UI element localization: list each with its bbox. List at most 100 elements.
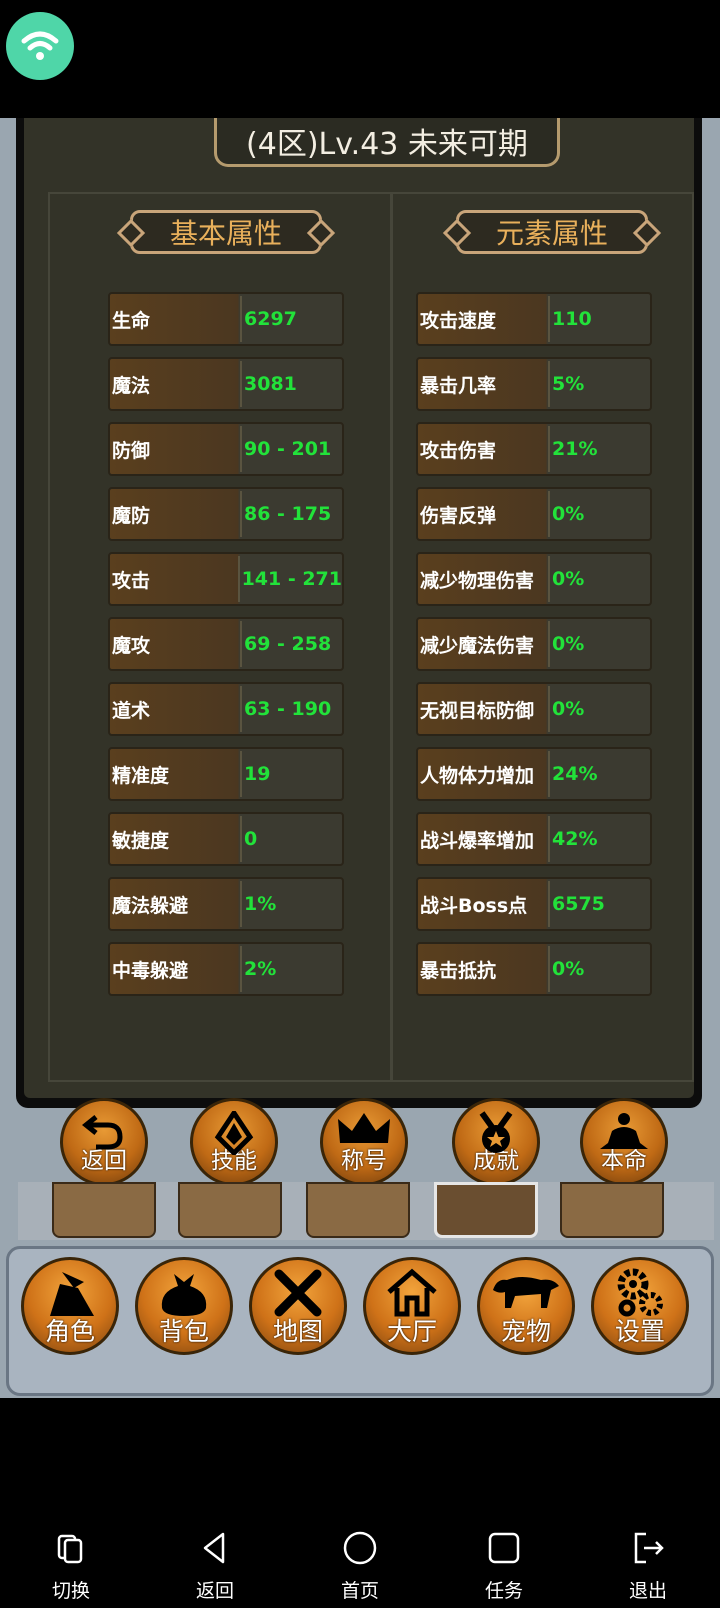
nav-hall-label: 大厅 <box>386 1317 437 1346</box>
stat-value: 42% <box>548 816 650 862</box>
stat-value: 141 - 271 <box>237 556 342 602</box>
character-title: (4区)Lv.43 未来可期 <box>246 127 528 162</box>
nav-settings-label: 设置 <box>614 1317 665 1346</box>
element-stat-row: 战斗爆率增加 42% <box>416 812 652 866</box>
basic-stat-row: 道术 63 - 190 <box>108 682 344 736</box>
basic-stat-row: 魔法躲避 1% <box>108 877 344 931</box>
nav-pet-label: 宠物 <box>500 1317 551 1346</box>
column-divider <box>390 194 393 1080</box>
stat-label: 攻击伤害 <box>420 439 497 462</box>
nav-character-label: 角色 <box>44 1317 95 1346</box>
quick-slot-2[interactable] <box>178 1182 282 1238</box>
element-stat-row: 攻击伤害 21% <box>416 422 652 476</box>
stat-value: 6575 <box>548 881 650 927</box>
element-stat-row: 人物体力增加 24% <box>416 747 652 801</box>
stat-label: 道术 <box>112 699 151 722</box>
nav-map[interactable]: 地图 <box>249 1257 347 1355</box>
nav-character[interactable]: 角色 <box>21 1257 119 1355</box>
stat-value: 63 - 190 <box>240 686 342 732</box>
stat-label: 减少魔法伤害 <box>420 634 535 657</box>
stat-value: 1% <box>240 881 342 927</box>
skills-button[interactable]: 技能 <box>190 1098 278 1186</box>
back-arrow-icon <box>82 1115 123 1150</box>
element-stat-row: 无视目标防御 0% <box>416 682 652 736</box>
exit-icon <box>634 1532 664 1564</box>
quick-slot-5[interactable] <box>560 1182 664 1238</box>
wifi-status-icon[interactable] <box>6 12 74 80</box>
sys-exit-label: 退出 <box>628 1580 667 1602</box>
nav-settings[interactable]: 设置 <box>591 1257 689 1355</box>
stat-label: 魔法躲避 <box>112 894 189 917</box>
sys-back[interactable]: 返回 <box>175 1530 255 1603</box>
attribute-columns: 基本属性 元素属性 生命 6297 魔法 3081 防御 90 - 201 魔防 86 - 1… <box>48 192 694 1082</box>
quick-slot-4-selected[interactable] <box>434 1182 538 1238</box>
stat-label: 生命 <box>112 309 151 332</box>
stat-label: 魔攻 <box>112 634 151 657</box>
sys-back-label: 返回 <box>195 1580 234 1602</box>
basic-stat-row: 生命 6297 <box>108 292 344 346</box>
stat-value: 0 <box>240 816 342 862</box>
stat-label: 中毒躲避 <box>112 959 189 982</box>
basic-stat-row: 魔防 86 - 175 <box>108 487 344 541</box>
nav-bag-label: 背包 <box>158 1317 209 1346</box>
quick-slot-1[interactable] <box>52 1182 156 1238</box>
title-plate: (4区)Lv.43 未来可期 <box>214 118 560 167</box>
achievement-button[interactable]: 成就 <box>452 1098 540 1186</box>
sys-home[interactable]: 首页 <box>320 1530 400 1603</box>
nav-bag[interactable]: 背包 <box>135 1257 233 1355</box>
sys-switch[interactable]: 切换 <box>31 1530 111 1603</box>
stat-value: 0% <box>548 491 650 537</box>
stat-label: 攻击速度 <box>420 309 497 332</box>
quick-slot-3[interactable] <box>306 1182 410 1238</box>
stat-value: 6297 <box>240 296 342 342</box>
recent-tasks-icon <box>488 1532 520 1564</box>
system-nav-bar: 切换 返回 首页 任务 退出 <box>0 1500 720 1608</box>
stat-value: 19 <box>240 751 342 797</box>
sys-exit[interactable]: 退出 <box>608 1530 688 1603</box>
element-attributes-label: 元素属性 <box>495 217 608 250</box>
sys-tasks-label: 任务 <box>484 1580 523 1602</box>
sys-tasks[interactable]: 任务 <box>464 1530 544 1603</box>
stat-label: 暴击几率 <box>420 374 497 397</box>
stat-value: 5% <box>548 361 650 407</box>
basic-stat-row: 攻击 141 - 271 <box>108 552 344 606</box>
element-stat-row: 减少魔法伤害 0% <box>416 617 652 671</box>
element-stat-row: 暴击抵抗 0% <box>416 942 652 996</box>
stat-value: 0% <box>548 556 650 602</box>
basic-stat-row: 敏捷度 0 <box>108 812 344 866</box>
game-area: (4区)Lv.43 未来可期 基本属性 元素属性 生命 6297 魔法 3081 防御 9… <box>0 118 720 1398</box>
switch-icon <box>57 1534 83 1564</box>
stat-value: 0% <box>548 621 650 667</box>
stat-value: 90 - 201 <box>240 426 342 472</box>
meditation-figure-icon <box>600 1113 648 1149</box>
title-button[interactable]: 称号 <box>320 1098 408 1186</box>
wifi-icon <box>21 31 59 60</box>
crossed-swords-icon <box>274 1269 322 1317</box>
attribute-panel: (4区)Lv.43 未来可期 基本属性 元素属性 生命 6297 魔法 3081 防御 9… <box>16 118 702 1108</box>
home-circle-icon <box>343 1531 377 1565</box>
nav-map-label: 地图 <box>272 1317 323 1346</box>
stat-label: 暴击抵抗 <box>420 959 497 982</box>
house-icon <box>387 1268 437 1317</box>
back-triangle-icon <box>203 1532 225 1564</box>
basic-attributes-label: 基本属性 <box>169 217 282 250</box>
back-button[interactable]: 返回 <box>60 1098 148 1186</box>
nav-pet[interactable]: 宠物 <box>477 1257 575 1355</box>
basic-stat-row: 精准度 19 <box>108 747 344 801</box>
element-attributes-header: 元素属性 <box>456 210 648 254</box>
skill-emblem-icon <box>214 1111 254 1155</box>
stat-value: 0% <box>548 946 650 992</box>
basic-stat-row: 防御 90 - 201 <box>108 422 344 476</box>
stat-label: 战斗Boss点 <box>420 894 528 917</box>
destiny-button[interactable]: 本命 <box>580 1098 668 1186</box>
stat-label: 敏捷度 <box>112 829 170 852</box>
bag-icon <box>161 1274 207 1316</box>
stat-label: 攻击 <box>112 569 151 592</box>
element-stat-row: 减少物理伤害 0% <box>416 552 652 606</box>
crown-icon <box>338 1113 390 1143</box>
panther-icon <box>493 1277 559 1308</box>
element-stat-row: 暴击几率 5% <box>416 357 652 411</box>
stat-value: 69 - 258 <box>240 621 342 667</box>
stat-label: 精准度 <box>112 764 170 787</box>
nav-hall[interactable]: 大厅 <box>363 1257 461 1355</box>
